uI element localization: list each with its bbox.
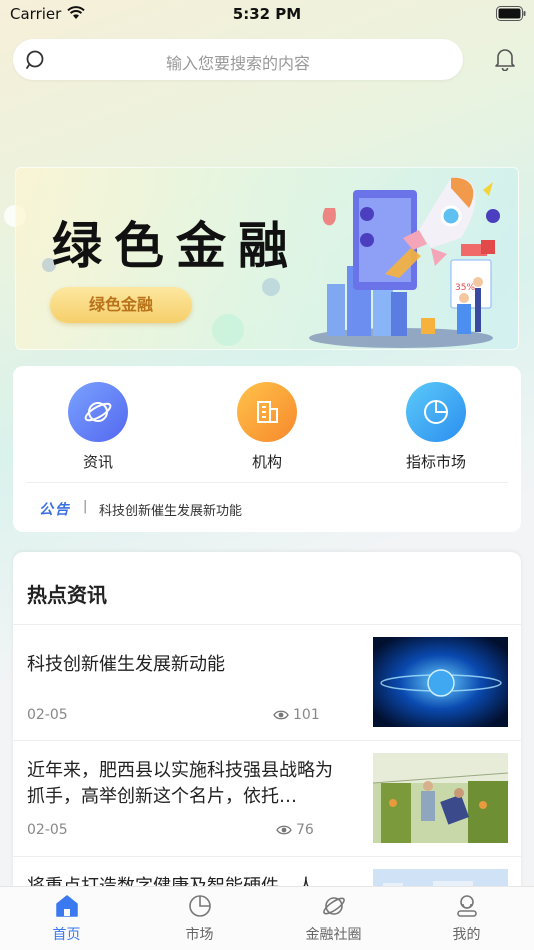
news-date: 02-05 xyxy=(27,707,68,723)
home-icon xyxy=(55,895,78,917)
news-views: 101 xyxy=(293,707,320,723)
news-item[interactable]: 科技创新催生发展新动能 02-05 101 xyxy=(13,625,521,741)
building-icon xyxy=(257,401,278,423)
nav-label: 机构 xyxy=(251,453,282,471)
battery-icon xyxy=(496,6,526,21)
rocket-illustration: 35% xyxy=(309,177,500,348)
tab-profile[interactable]: 我的 xyxy=(400,893,533,944)
nav-label: 指标市场 xyxy=(405,453,466,471)
tab-market[interactable]: 市场 xyxy=(133,893,266,944)
tab-home[interactable]: 首页 xyxy=(0,893,133,944)
banner-title: 绿色金融 xyxy=(52,216,300,275)
search-input[interactable]: 输入您要搜索的内容 xyxy=(13,50,463,74)
tab-label: 金融社圈 xyxy=(305,927,362,943)
status-bar: Carrier 5:32 PM xyxy=(0,0,534,28)
notice-tag: 公告 xyxy=(39,502,71,518)
tab-bar: 首页 市场 金融社圈 我的 xyxy=(0,886,534,950)
notice-text[interactable]: 科技创新催生发展新功能 xyxy=(99,500,242,519)
pie-chart-icon xyxy=(424,400,448,424)
nav-icon-circle xyxy=(237,382,297,442)
planet-icon xyxy=(322,897,345,915)
news-thumbnail xyxy=(373,753,508,843)
tab-label: 首页 xyxy=(52,927,81,943)
tab-label: 市场 xyxy=(185,927,214,943)
banner-button[interactable]: 绿色金融 xyxy=(50,287,192,323)
pie-chart-icon xyxy=(188,895,211,917)
tab-finance-circle[interactable]: 金融社圈 xyxy=(267,893,400,944)
notice-separator: | xyxy=(83,499,88,514)
news-title: 科技创新催生发展新动能 xyxy=(27,654,225,675)
news-thumbnail xyxy=(373,637,508,727)
news-item[interactable]: 近年来，肥西县以实施科技强县战略为抓手，高举创新这个名片，依托… 02-05 7… xyxy=(13,741,521,857)
decor-dot xyxy=(262,278,280,296)
nav-icon-circle xyxy=(68,382,128,442)
nav-item-news[interactable]: 资讯 xyxy=(38,382,158,472)
bell-icon[interactable] xyxy=(494,47,516,71)
tab-label: 我的 xyxy=(452,927,481,943)
divider xyxy=(26,482,508,483)
nav-item-institutions[interactable]: 机构 xyxy=(207,382,327,472)
eye-icon xyxy=(276,825,292,835)
nav-label: 资讯 xyxy=(82,453,113,471)
news-views: 76 xyxy=(296,822,314,838)
planet-icon xyxy=(84,402,112,422)
section-title: 热点资讯 xyxy=(27,583,107,607)
news-date: 02-05 xyxy=(27,822,68,838)
banner[interactable]: 绿色金融 绿色金融 35% xyxy=(15,167,519,350)
news-title: 近年来，肥西县以实施科技强县战略为抓手，高举创新这个名片，依托… xyxy=(27,760,333,807)
quick-nav-card: 资讯 机构 指标市场 公告 | 科技创新催生发展新功能 xyxy=(13,366,521,532)
nav-icon-circle xyxy=(406,382,466,442)
clock: 5:32 PM xyxy=(232,5,302,23)
search-bar[interactable]: 输入您要搜索的内容 xyxy=(13,39,463,80)
eye-icon xyxy=(273,710,289,720)
banner-chart-label: 35% xyxy=(455,283,475,293)
user-icon xyxy=(456,895,477,917)
nav-item-indicator-market[interactable]: 指标市场 xyxy=(376,382,496,472)
